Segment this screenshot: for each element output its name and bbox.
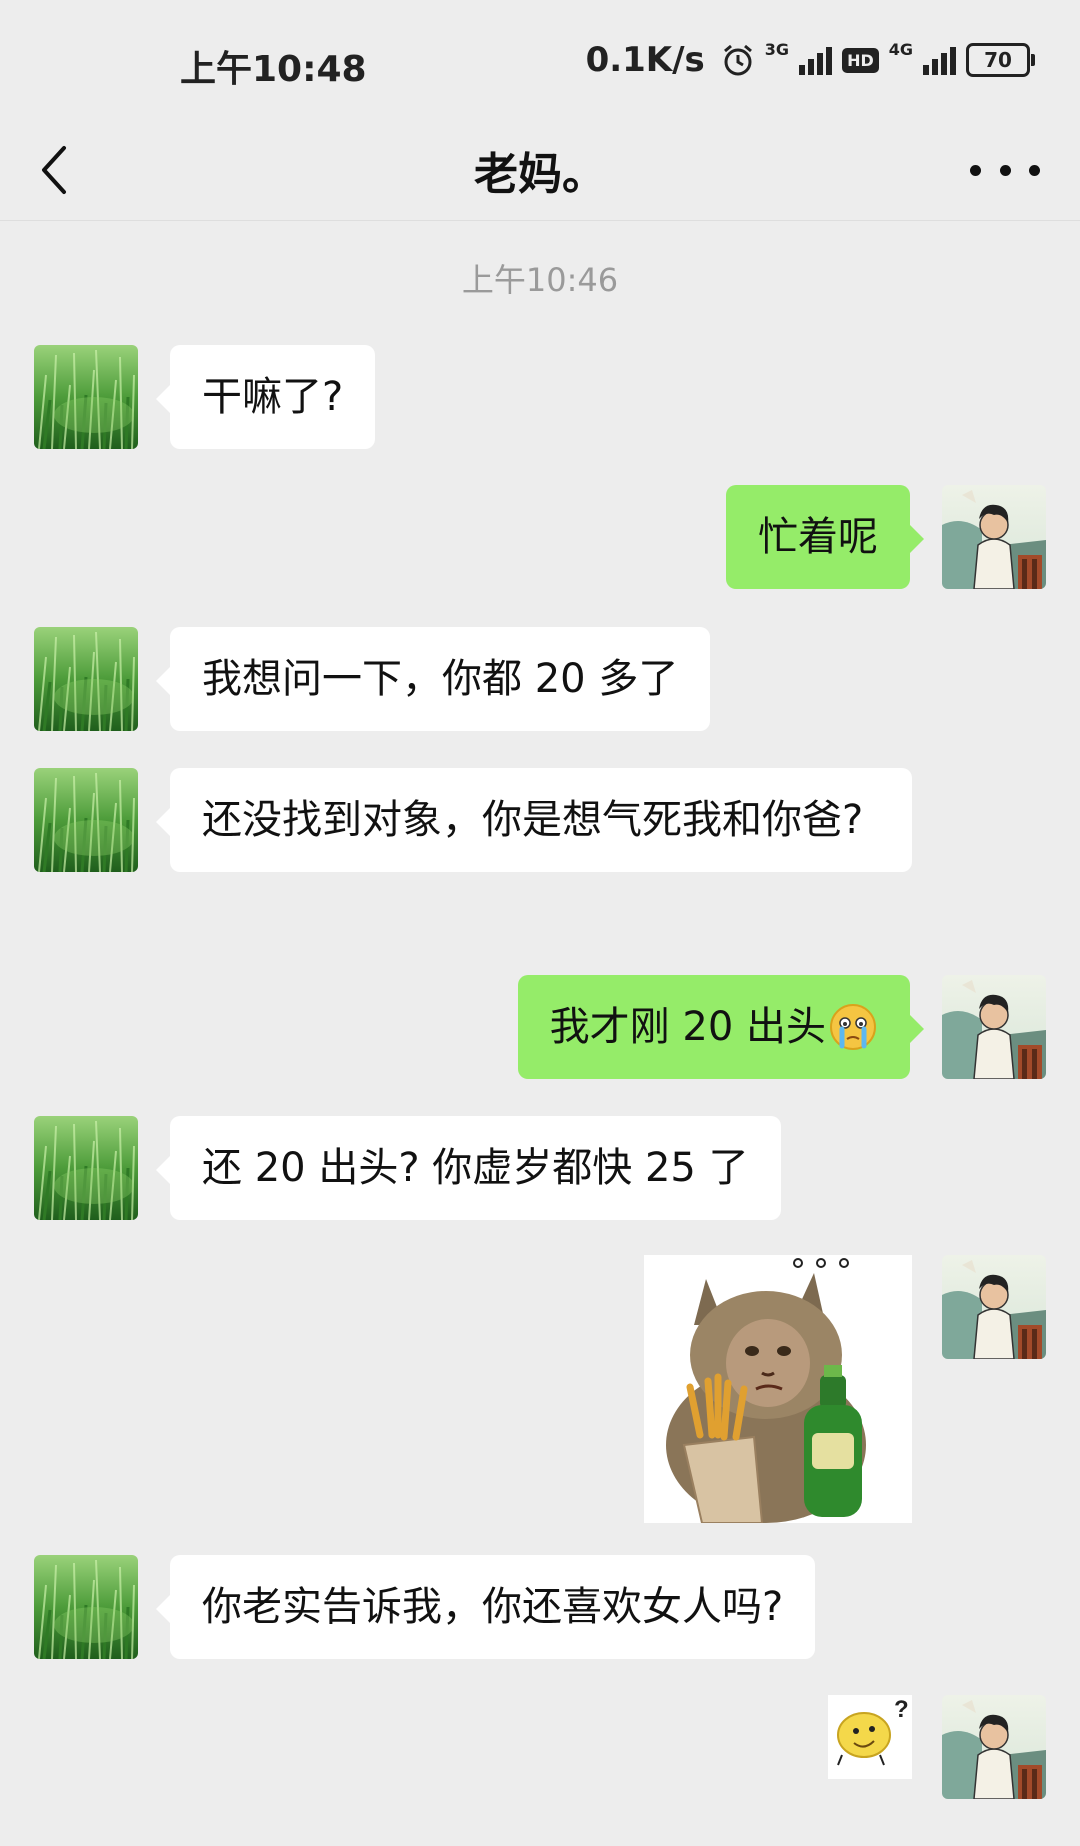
svg-text:?: ? <box>894 1696 909 1723</box>
self-avatar[interactable] <box>942 1255 1046 1359</box>
message-row: 你老实告诉我，你还喜欢女人吗? <box>0 1555 1080 1665</box>
cat-beer-fries-sticker[interactable] <box>644 1255 912 1523</box>
message-row <box>0 1255 1080 1525</box>
message-row: ? <box>0 1695 1080 1805</box>
message-timestamp: 上午10:46 <box>461 261 619 299</box>
incoming-message-bubble[interactable]: 你老实告诉我，你还喜欢女人吗? <box>155 1555 816 1659</box>
contact-avatar[interactable] <box>34 1555 138 1659</box>
message-text: 我才刚 20 出头 <box>549 1004 826 1050</box>
incoming-message-bubble[interactable]: 还没找到对象，你是想气死我和你爸? <box>156 768 912 872</box>
contact-avatar[interactable] <box>34 627 138 731</box>
outgoing-message-bubble[interactable]: 我才刚 20 出头 <box>517 975 925 1079</box>
contact-avatar[interactable] <box>34 768 138 872</box>
more-dots-icon <box>970 164 981 176</box>
incoming-message-bubble[interactable]: 干嘛了? <box>155 345 376 449</box>
battery-icon: 70 <box>966 43 1035 77</box>
status-time: 上午10:48 <box>180 49 367 90</box>
alarm-clock-icon <box>723 44 752 76</box>
self-avatar[interactable] <box>942 485 1046 589</box>
network-speed: 0.1K/s <box>585 40 705 80</box>
message-row: 我想问一下，你都 20 多了 <box>0 627 1080 737</box>
message-row: 还 20 出头? 你虚岁都快 25 了 <box>0 1116 1080 1226</box>
crying-face-emoji <box>830 1004 876 1050</box>
confused-face-sticker[interactable]: ? <box>828 1695 912 1779</box>
signal-strength-icon <box>799 45 833 75</box>
contact-avatar[interactable] <box>34 1116 138 1220</box>
incoming-message-bubble[interactable]: 我想问一下，你都 20 多了 <box>155 627 711 731</box>
self-avatar[interactable] <box>942 1695 1046 1799</box>
chat-title: 老妈。 <box>474 149 606 200</box>
status-indicators: 0.1K/s 3G HD 4G 70 <box>585 40 1035 80</box>
outgoing-message-bubble[interactable]: 忙着呢 <box>726 485 924 589</box>
sim2-network-type: 4G <box>888 40 913 59</box>
signal-strength-icon-2 <box>923 45 956 75</box>
message-row: 干嘛了? <box>0 345 1080 455</box>
status-bar: 上午10:48 0.1K/s 3G HD 4G 70 <box>0 0 1080 120</box>
message-row: 忙着呢 <box>0 485 1080 595</box>
contact-avatar[interactable] <box>34 345 138 449</box>
sim1-network-type: 3G <box>764 40 790 59</box>
message-row: 我才刚 20 出头 <box>0 975 1080 1085</box>
incoming-message-bubble[interactable]: 还 20 出头? 你虚岁都快 25 了 <box>156 1116 781 1220</box>
more-options-button[interactable] <box>970 150 1040 190</box>
message-row: 还没找到对象，你是想气死我和你爸? <box>0 768 1080 948</box>
hd-voice-icon: HD <box>842 47 879 73</box>
chat-header: 老妈。 <box>0 120 1080 221</box>
self-avatar[interactable] <box>942 975 1046 1079</box>
